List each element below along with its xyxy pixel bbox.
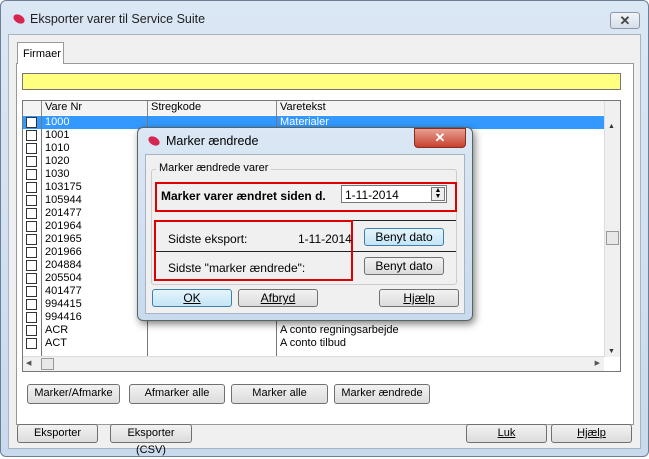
row-checkbox[interactable] <box>26 156 37 167</box>
dialog-close-button[interactable]: ✕ <box>414 128 466 148</box>
row-checkbox[interactable] <box>26 299 37 310</box>
afbryd-button[interactable]: Afbryd <box>238 289 318 307</box>
cell-vare-nr: 201964 <box>45 220 82 232</box>
row-checkbox[interactable] <box>26 247 37 258</box>
cell-vare-nr: 1000 <box>45 116 70 128</box>
cell-vare-nr: 1010 <box>45 142 70 154</box>
dialog-client: Marker ændrede varer Marker varer ændret… <box>145 154 465 314</box>
marker-aendrede-dialog: Marker ændrede ✕ Marker ændrede varer Ma… <box>137 127 473 321</box>
row-checkbox[interactable] <box>26 143 37 154</box>
row-checkbox[interactable] <box>26 260 37 271</box>
info-bar <box>22 73 621 90</box>
cell-vare-nr: 205504 <box>45 272 82 284</box>
cell-vare-nr: 201965 <box>45 233 82 245</box>
window-title: Eksporter varer til Service Suite <box>30 12 206 26</box>
cell-varetekst: A conto tilbud <box>280 337 347 349</box>
header-check <box>23 101 42 115</box>
header-varetekst[interactable]: Varetekst <box>277 101 605 115</box>
last-export-value: 1-11-2014 <box>298 232 352 246</box>
row-checkbox[interactable] <box>26 338 37 349</box>
tab-firmaer[interactable]: Firmaer <box>17 42 64 64</box>
cell-stregkode <box>148 324 277 337</box>
scroll-thumb[interactable] <box>606 231 619 245</box>
ok-button[interactable]: OK <box>152 289 232 307</box>
date-spinner[interactable]: ▲ ▼ <box>431 187 445 201</box>
since-date-value: 1-11-2014 <box>345 188 399 202</box>
hjaelp-button[interactable]: Hjælp <box>551 424 632 443</box>
row-checkbox[interactable] <box>26 208 37 219</box>
cell-vare-nr: 1001 <box>45 129 70 141</box>
horizontal-scrollbar[interactable]: ◀ ▶ <box>23 356 604 371</box>
cell-varetekst: A conto regningsarbejde <box>280 324 399 336</box>
row-checkbox[interactable] <box>26 117 37 128</box>
row-checkbox[interactable] <box>26 221 37 232</box>
cell-vare-nr: 401477 <box>45 285 82 297</box>
dialog-logo-icon <box>146 134 162 148</box>
vertical-scrollbar[interactable]: ▲ ▼ <box>604 101 620 357</box>
group-legend: Marker ændrede varer <box>156 162 272 174</box>
marker-aendrede-button[interactable]: Marker ændrede <box>334 384 430 404</box>
header-vare-nr[interactable]: Vare Nr <box>42 101 148 115</box>
cell-stregkode <box>148 337 277 350</box>
cell-vare-nr: 103175 <box>45 181 82 193</box>
cell-vare-nr: 994415 <box>45 298 82 310</box>
use-mark-date-button[interactable]: Benyt dato <box>364 257 444 275</box>
eksporter-csv-button[interactable]: Eksporter (CSV) <box>110 424 192 456</box>
cell-vare-nr: 994416 <box>45 311 82 323</box>
eksporter-button[interactable]: Eksporter <box>17 424 98 443</box>
close-window-button[interactable]: ✕ <box>610 12 640 29</box>
row-checkbox[interactable] <box>26 273 37 284</box>
header-stregkode[interactable]: Stregkode <box>148 101 277 115</box>
row-checkbox[interactable] <box>26 312 37 323</box>
row-checkbox[interactable] <box>26 234 37 245</box>
cell-vare-nr: 201966 <box>45 246 82 258</box>
since-date-input[interactable]: 1-11-2014 ▲ ▼ <box>341 185 447 203</box>
cell-vare-nr: 204884 <box>45 259 82 271</box>
cell-vare-nr: 201477 <box>45 207 82 219</box>
row-checkbox[interactable] <box>26 169 37 180</box>
cell-vare-nr: ACT <box>45 337 67 349</box>
row-checkbox[interactable] <box>26 182 37 193</box>
since-label: Marker varer ændret siden d. <box>161 189 326 203</box>
use-export-date-button[interactable]: Benyt dato <box>364 228 444 246</box>
marker-afmarke-button[interactable]: Marker/Afmarke <box>27 384 120 404</box>
marker-alle-button[interactable]: Marker alle <box>231 384 328 404</box>
cell-vare-nr: 1020 <box>45 155 70 167</box>
afmarker-alle-button[interactable]: Afmarker alle <box>129 384 225 404</box>
hscroll-thumb[interactable] <box>41 358 54 370</box>
cell-vare-nr: 105944 <box>45 194 82 206</box>
dialog-help-button[interactable]: Hjælp <box>379 289 459 307</box>
last-export-label: Sidste eksport: <box>168 232 248 246</box>
last-mark-label: Sidste "marker ændrede": <box>168 261 306 275</box>
row-checkbox[interactable] <box>26 195 37 206</box>
cell-vare-nr: 1030 <box>45 168 70 180</box>
row-checkbox[interactable] <box>26 325 37 336</box>
row-checkbox[interactable] <box>26 130 37 141</box>
dialog-title: Marker ændrede <box>166 134 259 148</box>
row-checkbox[interactable] <box>26 286 37 297</box>
cell-vare-nr: ACR <box>45 324 69 336</box>
luk-button[interactable]: Luk <box>466 424 547 443</box>
table-row[interactable]: ACT A conto tilbud <box>23 337 604 350</box>
table-row[interactable]: ACR A conto regningsarbejde <box>23 324 604 337</box>
